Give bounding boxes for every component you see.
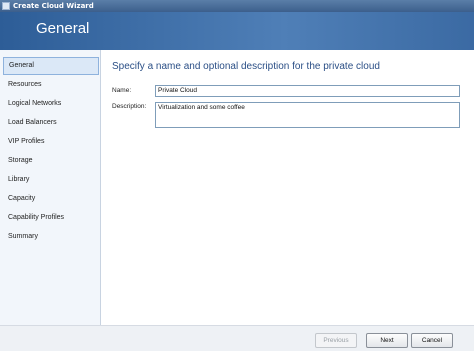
- description-field[interactable]: Virtualization and some coffee: [155, 102, 460, 128]
- nav-item-library[interactable]: Library: [3, 171, 99, 189]
- wizard-nav: General Resources Logical Networks Load …: [0, 50, 101, 325]
- previous-button[interactable]: Previous: [315, 333, 357, 348]
- nav-item-logical-networks[interactable]: Logical Networks: [3, 95, 99, 113]
- description-label: Description:: [112, 103, 147, 110]
- nav-item-general[interactable]: General: [3, 57, 99, 75]
- title-bar: Create Cloud Wizard: [0, 0, 474, 12]
- nav-item-capacity[interactable]: Capacity: [3, 190, 99, 208]
- nav-item-resources[interactable]: Resources: [3, 76, 99, 94]
- page-title: General: [36, 20, 90, 37]
- button-bar: Previous Next Cancel: [0, 325, 474, 351]
- nav-item-capability-profiles[interactable]: Capability Profiles: [3, 209, 99, 227]
- cancel-button[interactable]: Cancel: [411, 333, 453, 348]
- section-heading: Specify a name and optional description …: [112, 61, 380, 72]
- window-title: Create Cloud Wizard: [13, 2, 94, 10]
- nav-item-storage[interactable]: Storage: [3, 152, 99, 170]
- nav-item-load-balancers[interactable]: Load Balancers: [3, 114, 99, 132]
- name-label: Name:: [112, 87, 132, 94]
- nav-item-vip-profiles[interactable]: VIP Profiles: [3, 133, 99, 151]
- main-content: Specify a name and optional description …: [101, 50, 474, 325]
- nav-item-summary[interactable]: Summary: [3, 228, 99, 246]
- header-banner: General: [0, 12, 474, 50]
- wizard-icon: [2, 2, 10, 10]
- next-button[interactable]: Next: [366, 333, 408, 348]
- name-field[interactable]: Private Cloud: [155, 85, 460, 97]
